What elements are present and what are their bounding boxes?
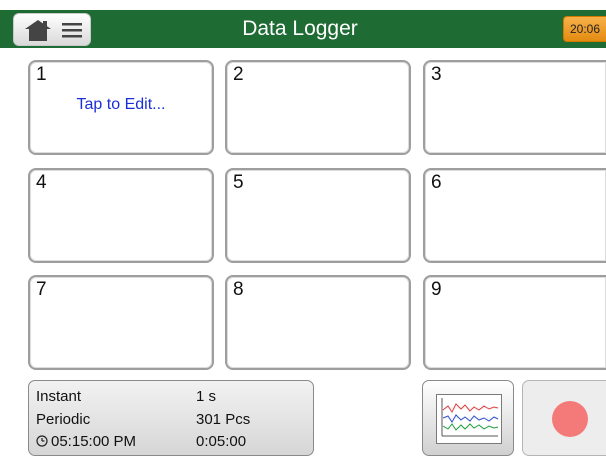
duration-value: 0:05:00 (196, 433, 247, 450)
home-icon (25, 20, 51, 41)
grid-cell-4[interactable]: 4 (28, 168, 214, 263)
grid-cell-1[interactable]: 1 Tap to Edit... (28, 60, 214, 155)
record-button[interactable] (522, 380, 606, 456)
grid-cell-5[interactable]: 5 (225, 168, 411, 263)
graph-icon (436, 394, 502, 444)
periodic-value: 301 Pcs (196, 411, 251, 428)
start-time-value: 05:15:00 PM (51, 433, 137, 450)
cell-number: 9 (431, 279, 442, 300)
record-icon (552, 401, 588, 437)
grid-cell-7[interactable]: 7 (28, 275, 214, 370)
clock-icon (36, 435, 48, 447)
instant-label: Instant (36, 388, 82, 405)
cell-number: 2 (233, 64, 244, 85)
cell-number: 5 (233, 172, 244, 193)
graph-view-button[interactable] (422, 380, 514, 456)
logging-settings-panel[interactable]: Instant 1 s Periodic 301 Pcs 05:15:00 PM… (28, 380, 314, 456)
page-title: Data Logger (242, 17, 358, 40)
periodic-label: Periodic (36, 411, 91, 428)
menu-icon (62, 23, 82, 38)
instant-value: 1 s (196, 388, 217, 405)
grid-cell-2[interactable]: 2 (225, 60, 411, 155)
cell-number: 3 (431, 64, 442, 85)
home-menu-button[interactable] (13, 13, 91, 46)
grid-cell-6[interactable]: 6 (423, 168, 606, 263)
grid-cell-8[interactable]: 8 (225, 275, 411, 370)
start-time-row: 05:15:00 PM (36, 433, 136, 450)
cell-number: 6 (431, 172, 442, 193)
cell-number: 1 (36, 64, 47, 85)
tap-to-edit-hint: Tap to Edit... (76, 96, 166, 113)
cell-number: 7 (36, 279, 47, 300)
cell-number: 4 (36, 172, 47, 193)
clock-badge[interactable]: 20:06 (563, 16, 606, 42)
grid-cell-9[interactable]: 9 (423, 275, 606, 370)
grid-cell-3[interactable]: 3 (423, 60, 606, 155)
cell-number: 8 (233, 279, 244, 300)
